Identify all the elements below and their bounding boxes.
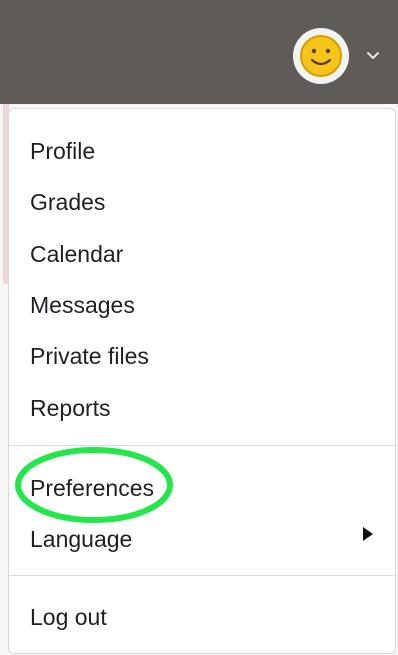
user-dropdown-menu: Profile Grades Calendar Messages Private… [8,108,396,654]
menu-item-calendar[interactable]: Calendar [30,240,123,268]
menu-item-private-files[interactable]: Private files [30,342,149,370]
menu-item-profile[interactable]: Profile [30,137,95,165]
menu-item-messages[interactable]: Messages [30,291,135,319]
caret-right-icon [363,527,373,541]
chevron-down-icon[interactable] [362,44,384,66]
menu-item-language[interactable]: Language [30,525,132,553]
user-avatar-button[interactable] [293,28,349,84]
menu-item-reports[interactable]: Reports [30,394,111,422]
menu-item-grades[interactable]: Grades [30,188,105,216]
annotation-highlight-ellipse [15,447,173,523]
top-navbar [0,0,398,104]
menu-divider [9,575,395,576]
smiley-face-icon [300,35,342,77]
menu-item-log-out[interactable]: Log out [30,603,107,631]
